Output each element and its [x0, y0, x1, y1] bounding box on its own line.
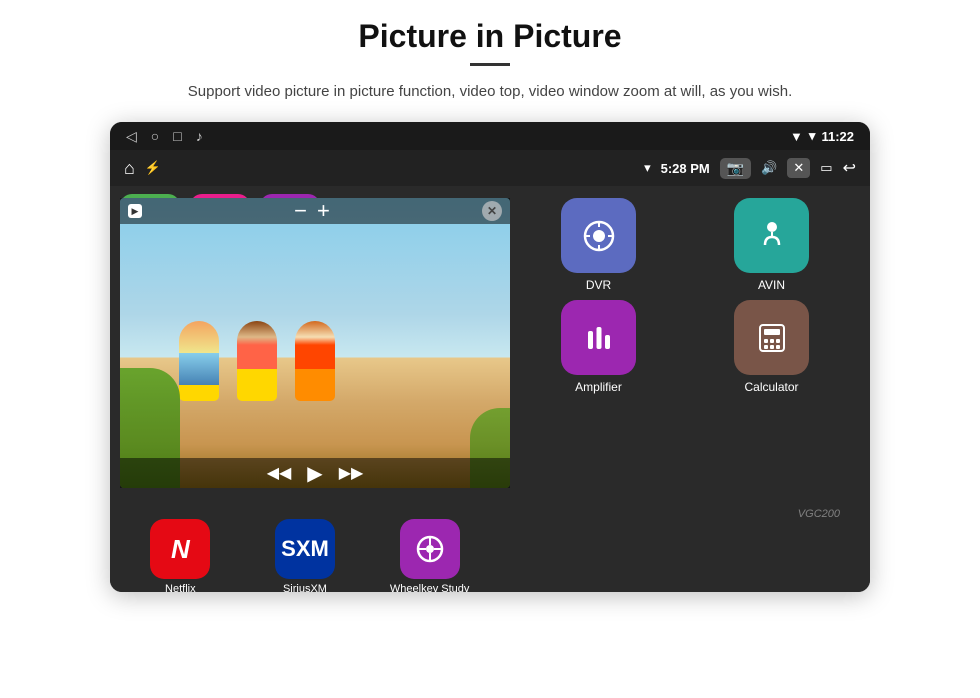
top-bar-left: ⌂ ⚡: [124, 158, 161, 179]
main-area: ▶ − + ✕ ◀◀ ▶ ▶▶: [110, 186, 870, 592]
home-icon[interactable]: ⌂: [124, 158, 135, 179]
status-bar: ◁ ○ □ ♪ ▼ ▾ 11:22: [110, 122, 870, 150]
wheelkey-label: Wheelkey Study: [390, 583, 469, 592]
calculator-label: Calculator: [744, 380, 798, 394]
page-container: Picture in Picture Support video picture…: [0, 0, 980, 698]
status-time: 11:22: [821, 129, 854, 144]
dvr-icon-box: [561, 198, 636, 273]
app-siriusxm[interactable]: SXM SiriusXM: [255, 519, 355, 592]
window-icon[interactable]: ▭: [820, 160, 832, 176]
amplifier-label: Amplifier: [575, 380, 622, 394]
dvr-svg-icon: [580, 217, 618, 255]
app-avin[interactable]: AVIN: [689, 198, 854, 292]
avin-icon-box: [734, 198, 809, 273]
wifi-status-icon: ▾: [644, 160, 651, 176]
home-nav-icon[interactable]: ○: [151, 128, 159, 144]
wheelkey-svg-icon: [413, 532, 447, 566]
bottom-app-row: N Netflix SXM SiriusXM: [110, 522, 500, 592]
page-subtitle: Support video picture in picture functio…: [188, 80, 792, 104]
figure-3: [295, 321, 335, 401]
pip-controls-bar: ▶ − + ✕: [120, 198, 510, 224]
camera-btn[interactable]: 📷: [720, 158, 751, 179]
usb-icon: ⚡: [145, 160, 161, 176]
status-bar-left: ◁ ○ □ ♪: [126, 128, 203, 145]
netflix-label: Netflix: [165, 583, 196, 592]
top-bar: ⌂ ⚡ ▾ 5:28 PM 📷 🔊 ✕ ▭ ↩: [110, 150, 870, 186]
location-icon: ▼: [790, 129, 803, 144]
pip-figures: [179, 321, 335, 401]
pip-video: [120, 198, 510, 488]
pip-container[interactable]: ▶ − + ✕ ◀◀ ▶ ▶▶: [120, 198, 510, 488]
close-icon[interactable]: ✕: [787, 158, 810, 178]
figure-1: [179, 321, 219, 401]
sound-icon[interactable]: 🔊: [761, 160, 777, 176]
pip-scene: [120, 198, 510, 488]
wheelkey-icon-box: [400, 519, 460, 579]
pip-next-btn[interactable]: ▶▶: [339, 463, 364, 483]
music-nav-icon: ♪: [196, 128, 203, 144]
calculator-svg-icon: [753, 319, 791, 357]
right-app-grid: DVR AVIN: [510, 194, 860, 406]
device-frame: ◁ ○ □ ♪ ▼ ▾ 11:22 ⌂ ⚡ ▾ 5:28 PM 📷 🔊: [110, 122, 870, 592]
figure-2: [237, 321, 277, 401]
pip-minus-btn[interactable]: −: [294, 198, 307, 224]
title-divider: [470, 63, 510, 66]
calculator-icon-box: [734, 300, 809, 375]
watermark: VGC200: [798, 508, 840, 520]
siriusxm-icon-box: SXM: [275, 519, 335, 579]
netflix-icon-text: N: [171, 534, 190, 565]
avin-svg-icon: [753, 217, 791, 255]
avin-label: AVIN: [758, 278, 785, 292]
pip-close-btn[interactable]: ✕: [482, 201, 502, 221]
pip-play-btn[interactable]: ▶: [307, 461, 322, 486]
pip-prev-btn[interactable]: ◀◀: [267, 463, 292, 483]
recents-nav-icon[interactable]: □: [173, 128, 181, 144]
app-wheelkey[interactable]: Wheelkey Study: [380, 519, 480, 592]
top-bar-right: ▾ 5:28 PM 📷 🔊 ✕ ▭ ↩: [644, 158, 856, 179]
netflix-icon-box: N: [150, 519, 210, 579]
page-title: Picture in Picture: [358, 18, 621, 55]
pip-record-icon: ▶: [128, 204, 142, 218]
pip-playback-bar: ◀◀ ▶ ▶▶: [120, 458, 510, 488]
amplifier-svg-icon: [580, 319, 618, 357]
top-bar-time: 5:28 PM: [661, 161, 710, 176]
back-icon[interactable]: ↩: [843, 158, 856, 178]
app-amplifier[interactable]: Amplifier: [516, 300, 681, 394]
app-netflix[interactable]: N Netflix: [130, 519, 230, 592]
dvr-label: DVR: [586, 278, 611, 292]
status-bar-right: ▼ ▾ 11:22: [790, 128, 854, 144]
back-nav-icon[interactable]: ◁: [126, 128, 137, 145]
pip-resize-controls: − +: [294, 198, 330, 224]
wifi-icon: ▾: [809, 128, 816, 144]
siriusxm-icon-text: SXM: [281, 536, 329, 562]
amplifier-icon-box: [561, 300, 636, 375]
app-dvr[interactable]: DVR: [516, 198, 681, 292]
siriusxm-label: SiriusXM: [283, 583, 327, 592]
pip-plus-btn[interactable]: +: [317, 198, 330, 224]
app-calculator[interactable]: Calculator: [689, 300, 854, 394]
